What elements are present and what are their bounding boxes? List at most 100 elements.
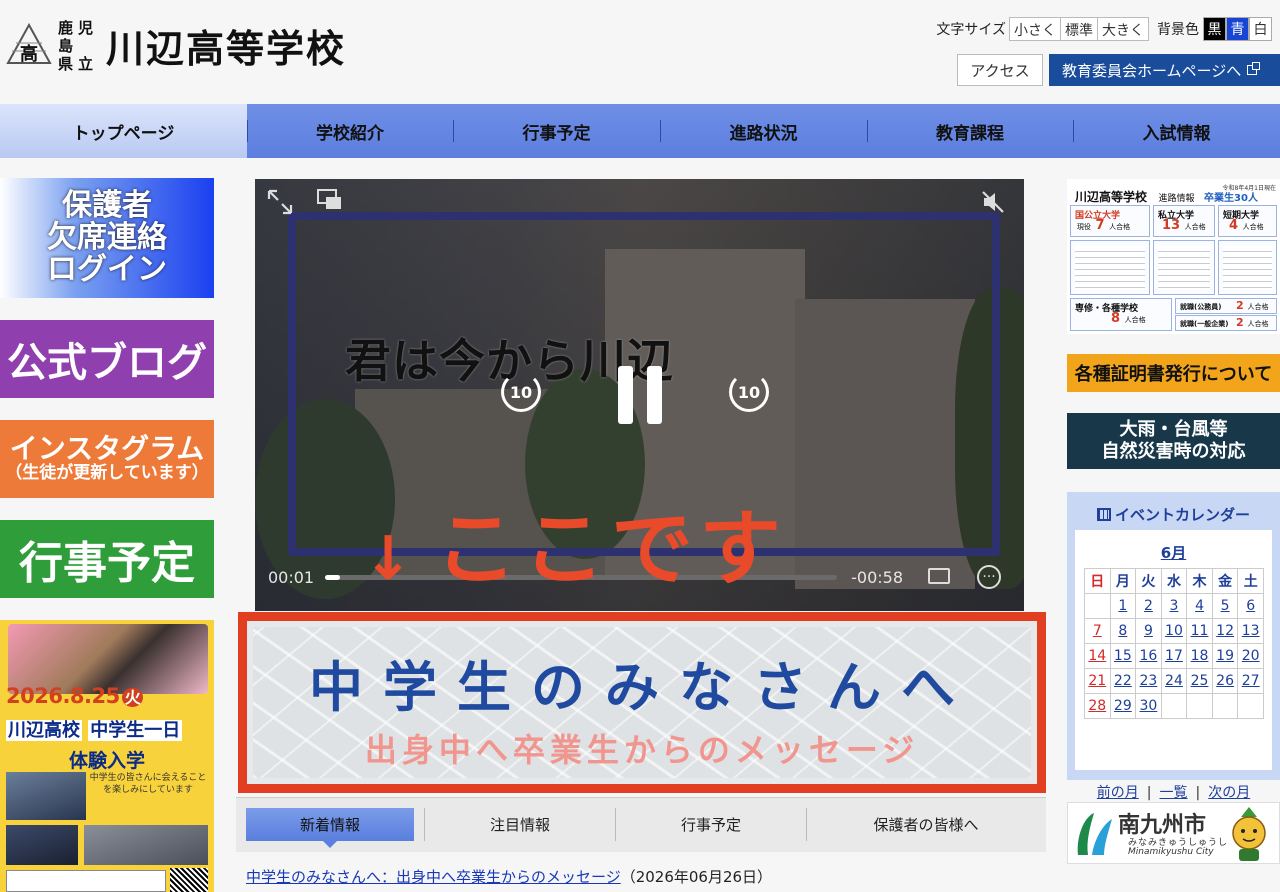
tab-featured[interactable]: 注目情報 (426, 808, 614, 841)
down-arrow-icon: ↓ (363, 524, 414, 594)
calendar-next-month-link[interactable]: 次の月 (1208, 785, 1250, 801)
calendar-day[interactable]: 2 (1135, 593, 1162, 619)
pause-icon[interactable] (618, 366, 662, 424)
calendar-day[interactable]: 25 (1186, 668, 1213, 694)
calendar-day (1211, 693, 1239, 719)
calendar-day[interactable]: 5 (1211, 593, 1239, 619)
calendar-day[interactable]: 30 (1135, 693, 1162, 719)
calendar-day[interactable]: 16 (1135, 643, 1162, 669)
calendar-day[interactable]: 27 (1237, 668, 1264, 694)
playback-controls: 10 10 (495, 362, 775, 426)
nav-events[interactable]: 行事予定 (453, 104, 660, 158)
career-results-banner[interactable]: 令和8年4月1日現在 川辺高等学校 進路情報 卒業生30人 国公立大学 現役 7… (1067, 179, 1280, 334)
calendar-day[interactable]: 12 (1211, 618, 1239, 644)
calendar-day[interactable]: 3 (1160, 593, 1188, 619)
event-calendar: イベントカレンダー 6月 日月火水木金土 1 2 3 4 5 6 7 8 9 10 11 12 13 14… (1067, 492, 1280, 801)
calendar-day[interactable]: 14 (1084, 643, 1111, 669)
font-size-small-button[interactable]: 小さく (1009, 17, 1061, 41)
calendar-weekday: 土 (1237, 568, 1264, 594)
calendar-day[interactable]: 18 (1186, 643, 1213, 669)
more-options-icon[interactable]: ··· (977, 565, 1001, 589)
video-remaining-time: -00:58 (851, 568, 903, 587)
tab-events[interactable]: 行事予定 (617, 808, 805, 841)
font-size-label: 文字サイズ (936, 22, 1006, 38)
calendar-day[interactable]: 11 (1186, 618, 1213, 644)
info-tabs: 新着情報 注目情報 行事予定 保護者の皆様へ (236, 797, 1046, 852)
font-size-standard-button[interactable]: 標準 (1060, 17, 1098, 41)
city-mascot-icon (1232, 807, 1266, 861)
calendar-day[interactable]: 13 (1237, 618, 1264, 644)
poster-photo-3 (6, 825, 78, 865)
calendar-day[interactable]: 21 (1084, 668, 1111, 694)
calendar-icon (1096, 508, 1111, 521)
guardian-absence-login-banner[interactable]: 保護者 欠席連絡 ログイン (0, 178, 214, 298)
official-blog-banner[interactable]: 公式ブログ (0, 320, 214, 398)
minamikyushu-city-banner[interactable]: 南九州市 みなみきゅうしゅうし Minamikyushu City (1067, 802, 1280, 864)
calendar-month[interactable]: 6月 (1075, 542, 1272, 563)
calendar-day[interactable]: 6 (1237, 593, 1264, 619)
font-size-large-button[interactable]: 大きく (1097, 17, 1149, 41)
news-item-link[interactable]: 中学生のみなさんへ：出身中へ卒業生からのメッセージ (246, 868, 621, 886)
calendar-day[interactable]: 19 (1211, 643, 1239, 669)
qr-code-icon (170, 868, 208, 892)
junior-high-message-banner[interactable]: 中学生のみなさんへ 出身中へ卒業生からのメッセージ (238, 612, 1046, 793)
calendar-day[interactable]: 24 (1160, 668, 1188, 694)
calendar-day[interactable]: 15 (1109, 643, 1137, 669)
nav-school-intro[interactable]: 学校紹介 (247, 104, 453, 158)
nav-admission[interactable]: 入試情報 (1073, 104, 1280, 158)
tab-guardians[interactable]: 保護者の皆様へ (808, 808, 1044, 841)
bg-blue-button[interactable]: 青 (1226, 17, 1249, 41)
nav-curriculum[interactable]: 教育課程 (867, 104, 1073, 158)
education-board-link[interactable]: 教育委員会ホームページへ (1049, 54, 1280, 86)
calendar-day[interactable]: 7 (1084, 618, 1111, 644)
picture-in-picture-icon[interactable] (317, 189, 343, 211)
calendar-day[interactable]: 4 (1186, 593, 1213, 619)
calendar-day[interactable]: 1 (1109, 593, 1137, 619)
news-item-date: （2026年06月26日） (620, 868, 773, 886)
calendar-weekday: 火 (1135, 568, 1162, 594)
bg-black-button[interactable]: 黒 (1203, 17, 1226, 41)
calendar-day[interactable]: 20 (1237, 643, 1264, 669)
event-schedule-banner[interactable]: 行事予定 (0, 520, 214, 598)
calendar-weekday: 月 (1109, 568, 1137, 594)
mute-icon[interactable] (980, 189, 1006, 215)
calendar-day[interactable]: 28 (1084, 693, 1111, 719)
fullscreen-icon[interactable] (267, 189, 293, 215)
school-name: 川辺高等学校 (106, 26, 347, 71)
tab-news[interactable]: 新着情報 (246, 808, 414, 848)
nav-career[interactable]: 進路状況 (660, 104, 867, 158)
instagram-banner[interactable]: インスタグラム （生徒が更新しています） (0, 420, 214, 498)
external-link-icon (1247, 62, 1261, 75)
calendar-weekday: 水 (1160, 568, 1188, 594)
certificate-issuance-banner[interactable]: 各種証明書発行について (1067, 354, 1280, 392)
nav-top[interactable]: トップページ (0, 104, 247, 158)
calendar-prev-month-link[interactable]: 前の月 (1097, 785, 1139, 801)
video-progress-fill (325, 575, 341, 580)
forward-10-icon[interactable]: 10 (729, 372, 769, 412)
poster-subtitle: 体験入学 (68, 750, 145, 772)
calendar-day (1237, 693, 1264, 719)
open-campus-poster[interactable]: 2026.8.25 火 川辺高校 中学生一日 体験入学 中学生の皆さんに会えること… (0, 620, 214, 892)
bg-white-button[interactable]: 白 (1249, 17, 1272, 41)
rewind-10-icon[interactable]: 10 (501, 372, 541, 412)
calendar-list-link[interactable]: 一覧 (1160, 785, 1188, 801)
calendar-day[interactable]: 10 (1160, 618, 1188, 644)
calendar-day (1084, 593, 1111, 619)
airplay-icon[interactable] (928, 568, 950, 584)
calendar-day[interactable]: 29 (1109, 693, 1137, 719)
calendar-day[interactable]: 26 (1211, 668, 1239, 694)
calendar-day[interactable]: 22 (1109, 668, 1137, 694)
bg-color-label: 背景色 (1157, 22, 1199, 38)
site-header: 高 鹿児島 県立 川辺高等学校 文字サイズ 小さく 標準 大きく 背景色 黒 青… (0, 0, 1280, 104)
calendar-day[interactable]: 23 (1135, 668, 1162, 694)
calendar-day[interactable]: 8 (1109, 618, 1137, 644)
calendar-day[interactable]: 17 (1160, 643, 1188, 669)
here-callout: ここです (435, 502, 788, 597)
access-button[interactable]: アクセス (957, 54, 1043, 86)
disaster-response-banner[interactable]: 大雨・台風等 自然災害時の対応 (1067, 413, 1280, 469)
promo-video-player[interactable]: 君は今から川辺 10 10 00:01 -00:58 ··· ↓ ここです (255, 179, 1024, 611)
calendar-weekday: 日 (1084, 568, 1111, 594)
calendar-day[interactable]: 9 (1135, 618, 1162, 644)
school-logo[interactable]: 高 鹿児島 県立 川辺高等学校 (6, 18, 346, 73)
calendar-day (1186, 693, 1213, 719)
